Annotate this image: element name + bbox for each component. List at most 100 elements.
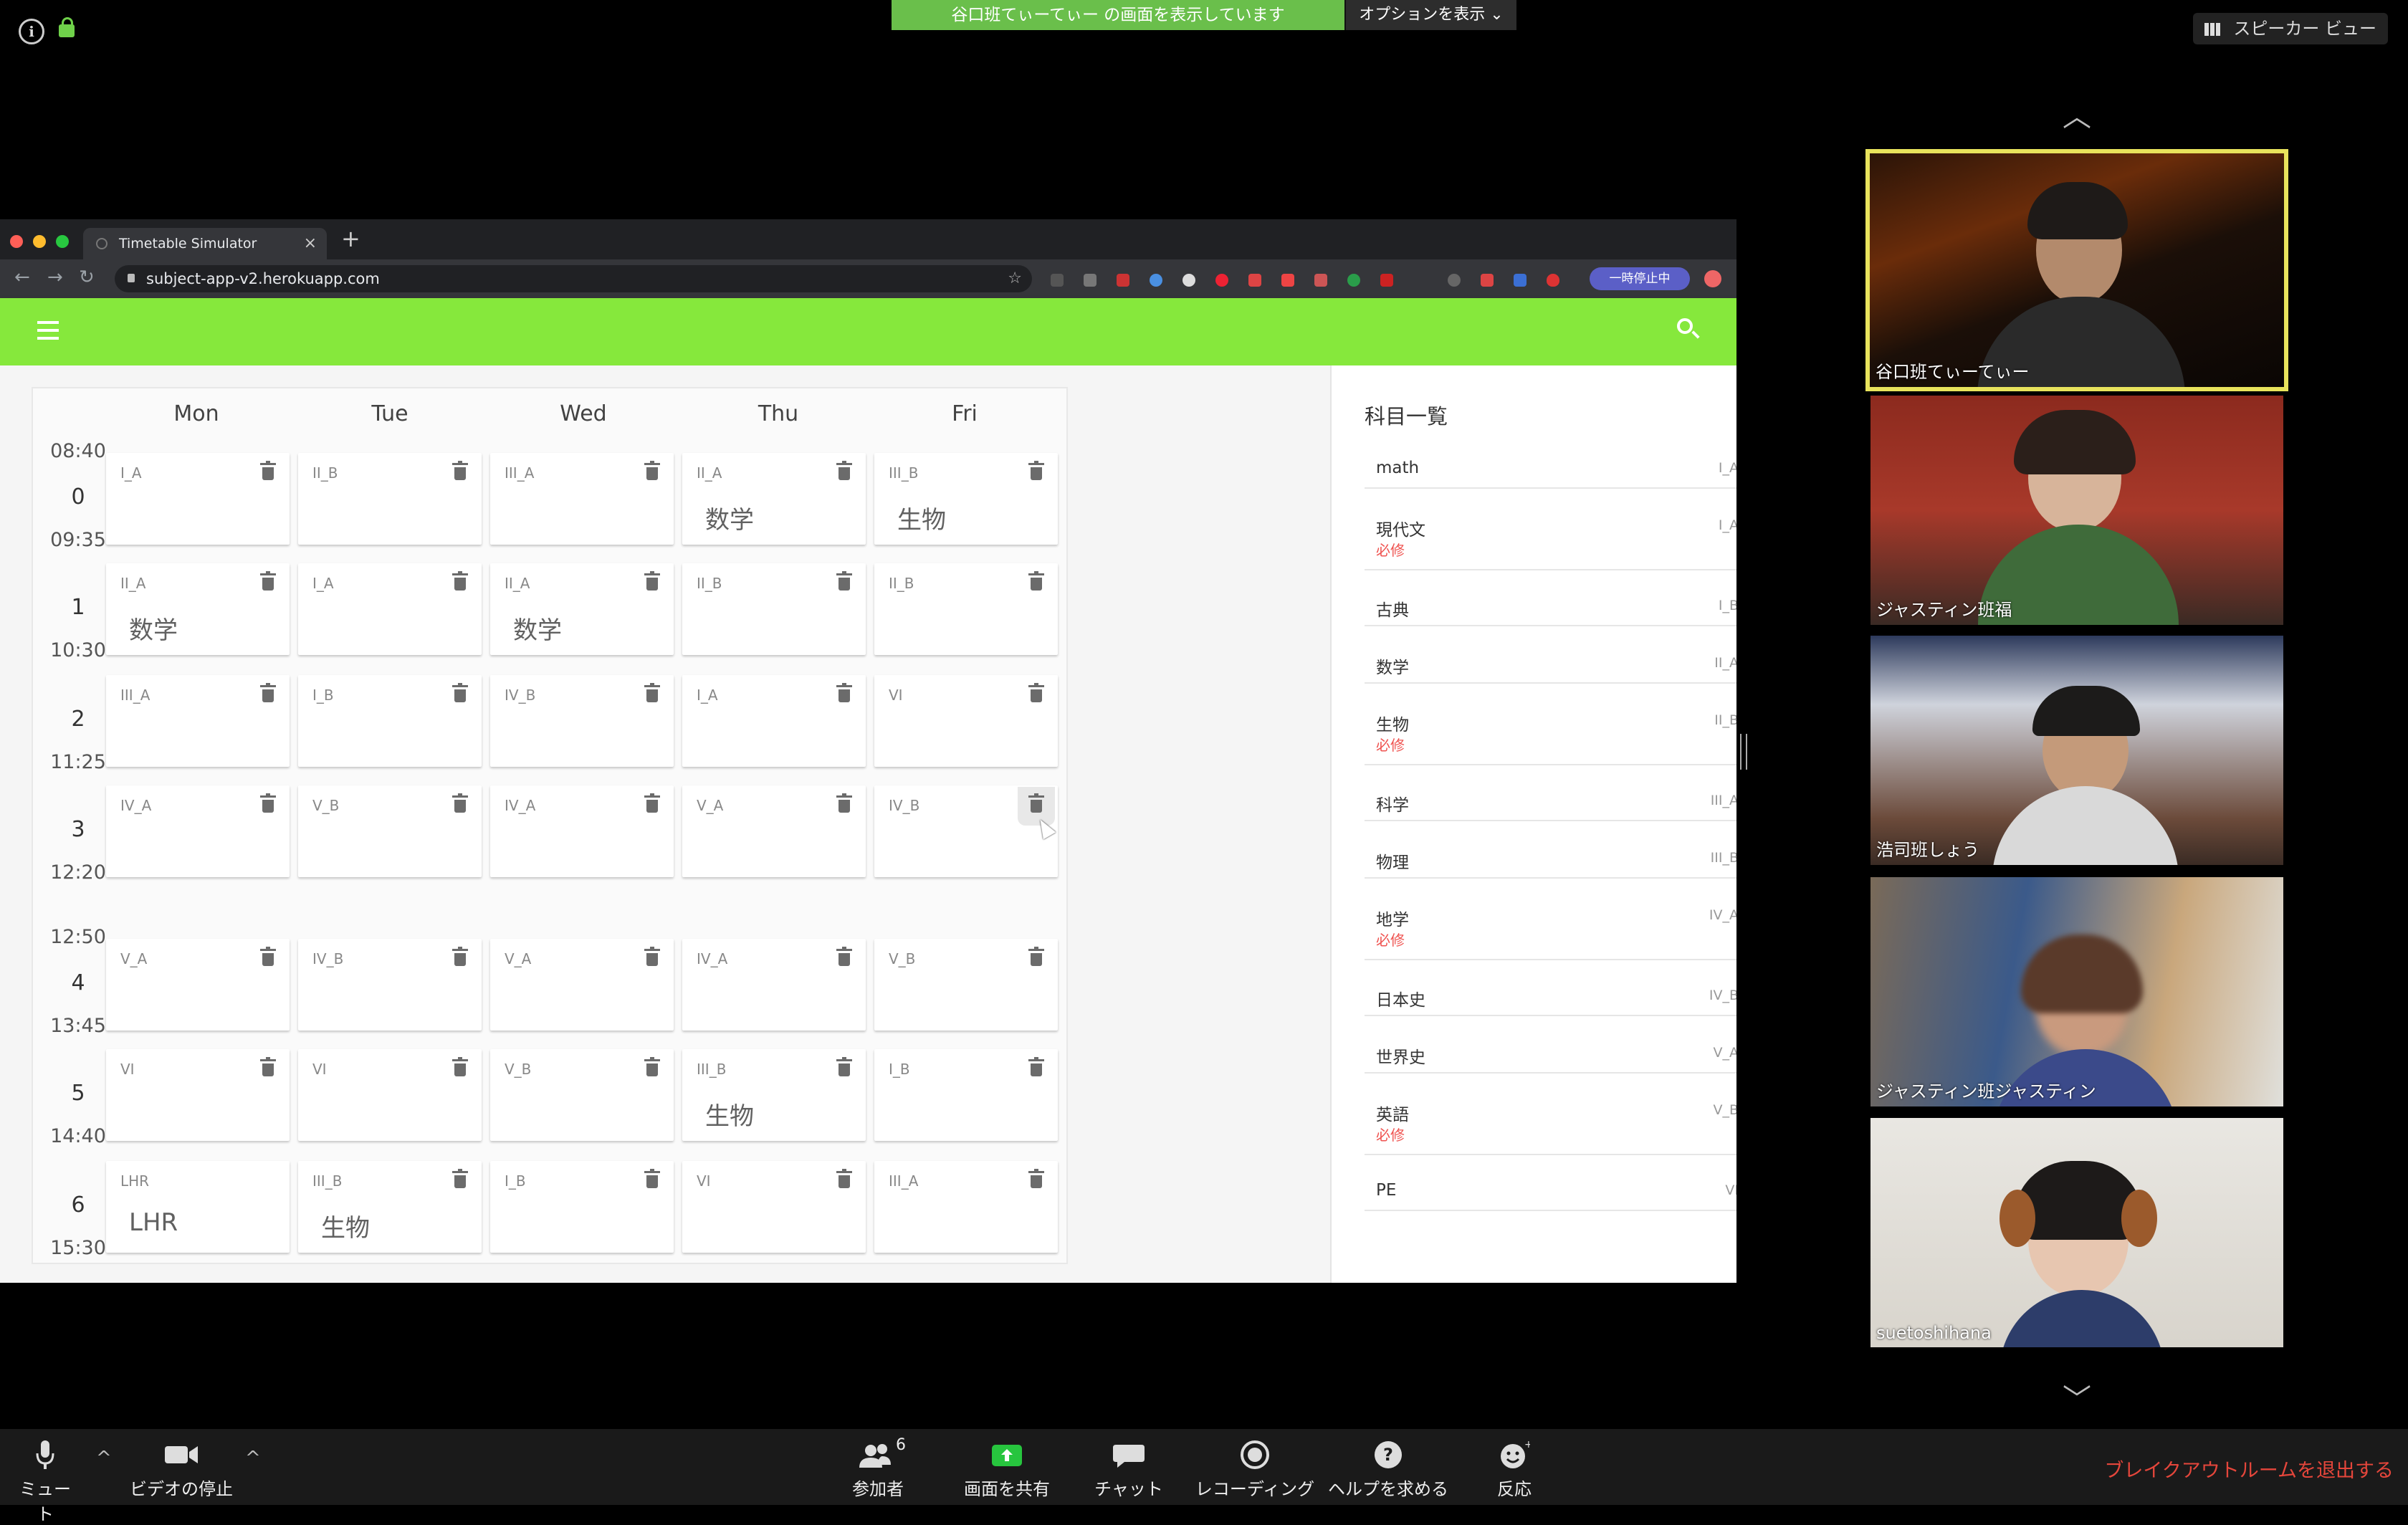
extension-icon[interactable] [1481, 274, 1494, 287]
extension-icon[interactable] [1314, 274, 1327, 287]
timetable-cell[interactable]: III_A [106, 675, 290, 767]
trash-icon[interactable] [260, 1057, 276, 1076]
recording-button[interactable]: レコーディング [1194, 1429, 1316, 1500]
video-tile[interactable]: ジャスティン班ジャスティン [1870, 877, 2283, 1106]
trash-icon[interactable] [452, 571, 468, 591]
speaker-view-button[interactable]: スピーカー ビュー [2193, 13, 2388, 44]
timetable-cell[interactable]: V_A [106, 939, 290, 1031]
timetable-cell[interactable]: II_B [682, 563, 866, 655]
maximize-window-button[interactable] [56, 235, 69, 248]
trash-icon[interactable] [836, 1169, 852, 1188]
video-tile[interactable]: 谷口班てぃーてぃー [1865, 149, 2288, 391]
subject-list-item[interactable]: PE VI [1365, 1181, 1736, 1211]
gallery-up-icon[interactable]: ︿ [2055, 93, 2098, 133]
timetable-cell[interactable]: I_B [298, 675, 482, 767]
timetable-cell[interactable]: III_B 生物 [682, 1049, 866, 1141]
trash-icon[interactable] [452, 793, 468, 813]
subject-list-item[interactable]: 数学 II_A [1365, 654, 1736, 684]
trash-icon[interactable] [260, 683, 276, 702]
timetable-cell[interactable]: IV_B [298, 939, 482, 1031]
profile-avatar[interactable] [1704, 270, 1721, 287]
trash-icon[interactable] [260, 571, 276, 591]
back-icon[interactable]: ← [14, 267, 30, 288]
info-icon[interactable]: i [19, 19, 44, 44]
extension-icon[interactable] [1281, 274, 1294, 287]
timetable-cell[interactable]: III_B 生物 [298, 1161, 482, 1253]
subject-list-item[interactable]: 地学 IV_A 必修 [1365, 906, 1736, 960]
chat-button[interactable]: チャット [1089, 1429, 1168, 1500]
timetable-cell[interactable]: V_B [874, 939, 1058, 1031]
trash-icon[interactable] [1028, 793, 1044, 813]
timetable-cell[interactable]: I_A [106, 453, 290, 545]
extension-icon[interactable] [1182, 274, 1195, 287]
timetable-cell[interactable]: VI [874, 675, 1058, 767]
trash-icon[interactable] [644, 683, 660, 702]
timetable-cell[interactable]: LHR LHR [106, 1161, 290, 1253]
extension-icon[interactable] [1117, 274, 1129, 287]
subject-list-item[interactable]: 生物 II_B 必修 [1365, 711, 1736, 765]
subject-list-item[interactable]: 現代文 I_A 必修 [1365, 516, 1736, 570]
lock-icon[interactable] [59, 17, 75, 37]
timetable-cell[interactable]: I_B [874, 1049, 1058, 1141]
new-tab-icon[interactable]: + [341, 225, 360, 252]
video-tile[interactable]: suetoshihana [1870, 1118, 2283, 1347]
timetable-cell[interactable]: VI [682, 1161, 866, 1253]
close-tab-icon[interactable]: × [304, 228, 317, 259]
trash-icon[interactable] [452, 683, 468, 702]
trash-icon[interactable] [644, 571, 660, 591]
audio-options-icon[interactable]: ^ [96, 1448, 112, 1469]
timetable-cell[interactable]: IV_A [106, 785, 290, 877]
search-icon[interactable] [1677, 318, 1693, 334]
trash-icon[interactable] [1028, 1169, 1044, 1188]
subject-list-item[interactable]: 古典 I_B [1365, 596, 1736, 626]
extension-icon[interactable] [1051, 274, 1064, 287]
minimize-window-button[interactable] [33, 235, 46, 248]
trash-icon[interactable] [452, 461, 468, 480]
subject-list-item[interactable]: 世界史 V_A [1365, 1043, 1736, 1074]
extension-icon[interactable] [1248, 274, 1261, 287]
stop-video-button[interactable]: ビデオの停止 [128, 1429, 235, 1500]
extension-icon[interactable] [1380, 274, 1393, 287]
extension-icon[interactable] [1150, 274, 1162, 287]
timetable-cell[interactable]: III_A [874, 1161, 1058, 1253]
trash-icon[interactable] [836, 947, 852, 966]
timetable-cell[interactable]: III_B 生物 [874, 453, 1058, 545]
trash-icon[interactable] [452, 1057, 468, 1076]
view-options-button[interactable]: オプションを表示 ⌄ [1344, 0, 1516, 30]
timetable-cell[interactable]: VI [298, 1049, 482, 1141]
trash-icon[interactable] [260, 793, 276, 813]
timetable-cell[interactable]: I_A [298, 563, 482, 655]
timetable-cell[interactable]: IV_B [874, 785, 1058, 877]
timetable-cell[interactable]: II_B [874, 563, 1058, 655]
trash-icon[interactable] [1028, 947, 1044, 966]
gallery-down-icon[interactable]: ﹀ [2055, 1376, 2098, 1416]
trash-icon[interactable] [836, 461, 852, 480]
timetable-cell[interactable]: IV_A [490, 785, 674, 877]
trash-icon[interactable] [644, 1169, 660, 1188]
video-tile[interactable]: ジャスティン班福 [1870, 396, 2283, 625]
trash-icon[interactable] [836, 1057, 852, 1076]
trash-icon[interactable] [260, 461, 276, 480]
video-options-icon[interactable]: ^ [245, 1448, 261, 1469]
trash-icon[interactable] [836, 793, 852, 813]
ask-for-help-button[interactable]: ? ヘルプを求める [1327, 1429, 1449, 1500]
profile-paused-badge[interactable]: 一時停止中 [1590, 267, 1690, 290]
timetable-cell[interactable]: V_A [490, 939, 674, 1031]
leave-breakout-room-button[interactable]: ブレイクアウトルームを退出する [2104, 1455, 2394, 1483]
trash-icon[interactable] [644, 1057, 660, 1076]
timetable-cell[interactable]: V_B [490, 1049, 674, 1141]
subject-list-item[interactable]: 英語 V_B 必修 [1365, 1101, 1736, 1155]
reactions-button[interactable]: + 反応 [1482, 1429, 1547, 1500]
trash-icon[interactable] [644, 461, 660, 480]
trash-icon[interactable] [644, 947, 660, 966]
trash-icon[interactable] [644, 793, 660, 813]
share-screen-button[interactable]: 画面を共有 [960, 1429, 1054, 1500]
trash-icon[interactable] [1028, 461, 1044, 480]
extension-icon[interactable] [1215, 274, 1228, 287]
url-field[interactable]: subject-app-v2.herokuapp.com ☆ [115, 265, 1032, 292]
timetable-cell[interactable]: VI [106, 1049, 290, 1141]
extension-icon[interactable] [1084, 274, 1096, 287]
trash-icon[interactable] [836, 571, 852, 591]
trash-icon[interactable] [260, 947, 276, 966]
trash-icon[interactable] [1028, 683, 1044, 702]
